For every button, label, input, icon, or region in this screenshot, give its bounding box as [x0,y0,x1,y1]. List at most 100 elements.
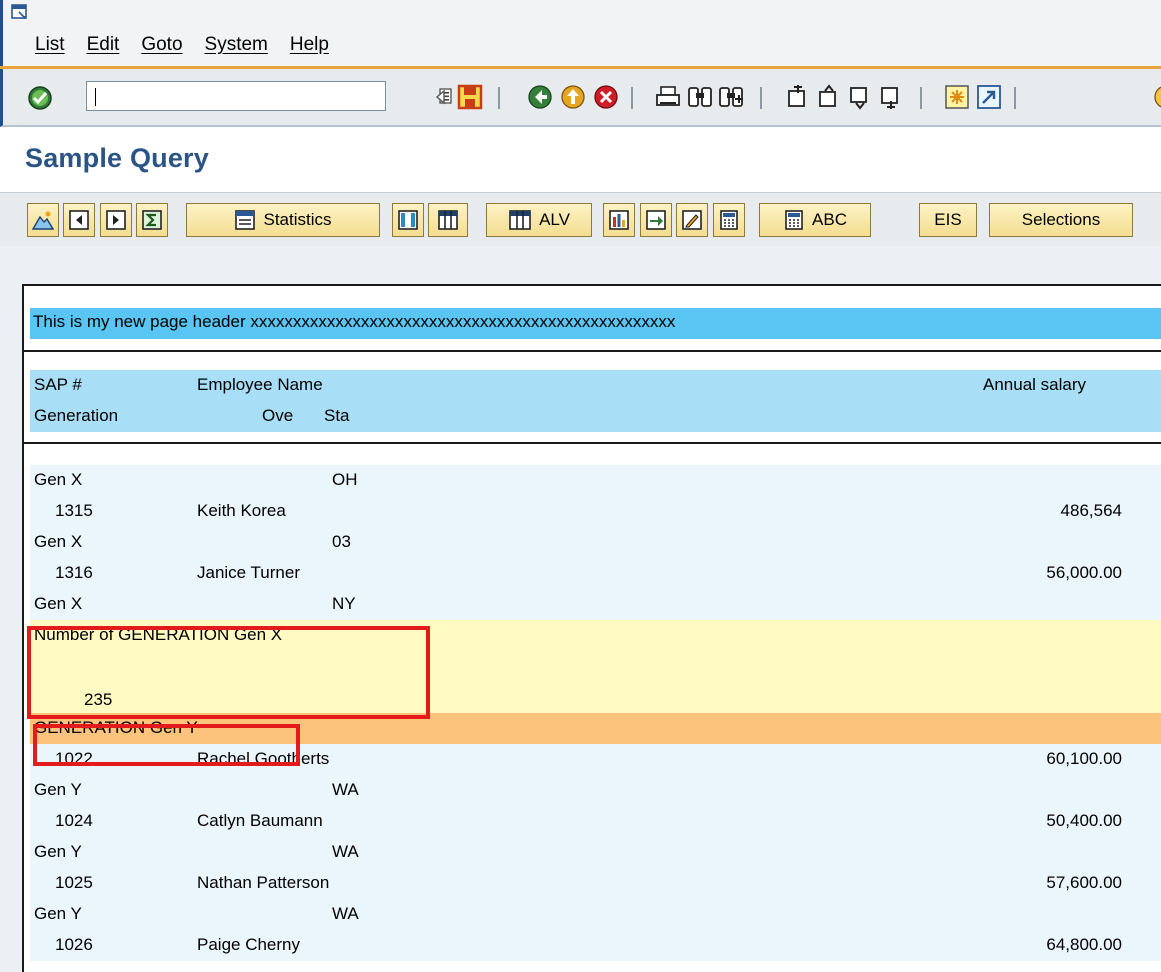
sap-number: 1026 [55,935,93,954]
previous-page-icon[interactable] [815,83,843,111]
table-layout-button[interactable] [428,203,468,237]
find-icon[interactable] [686,83,714,111]
employee-row: 1315 Keith Korea 486,564 [30,496,1161,527]
back-icon[interactable] [526,83,554,111]
save-icon[interactable] [456,83,484,111]
help-icon[interactable] [1152,83,1161,111]
columns-icon [398,210,418,230]
menu-system[interactable]: System [205,34,268,56]
annual-salary: 50,400.00 [1046,811,1122,830]
cancel-icon[interactable] [592,83,620,111]
state-value: WA [332,780,359,799]
sap-number: 1024 [55,811,93,830]
statistics-button[interactable]: Statistics [186,203,380,237]
word-processing-button[interactable] [676,203,708,237]
export-icon [646,210,666,230]
sap-number: 1316 [55,563,93,582]
generation-row: Gen Y WA [30,837,1161,868]
details-button[interactable] [27,203,59,237]
col-annual-salary: Annual salary [983,375,1087,394]
col-ove: Ove [262,406,294,425]
employee-row: 1316 Janice Turner 56,000.00 [30,558,1161,589]
mountain-icon [32,211,54,230]
edit-pencil-icon [682,210,702,230]
sum-button[interactable] [136,203,168,237]
generation-row: Gen X OH [30,465,1161,496]
toolbar-separator [920,87,922,109]
menu-help[interactable]: Help [290,34,329,56]
eis-button[interactable]: EIS [919,203,977,237]
command-field[interactable] [86,81,452,111]
employee-name: Nathan Patterson [197,873,330,892]
last-page-icon[interactable] [877,83,905,111]
menu-goto[interactable]: Goto [141,34,182,56]
menu-bar: List Edit Goto System Help [0,0,1161,66]
generation-value: Gen Y [34,780,82,799]
state-value: WA [332,904,359,923]
sap-number: 1315 [55,501,93,520]
alv-label: ALV [539,210,570,229]
toolbar-separator [760,87,762,109]
generation-value: Gen X [34,532,83,551]
column-header-separator [24,442,1161,444]
next-screen-button[interactable] [100,203,132,237]
page-title: Sample Query [25,143,209,173]
col-generation: Generation [34,406,119,425]
create-session-icon[interactable] [943,83,971,111]
employee-name: Keith Korea [197,501,286,520]
abc-calculator-icon [785,210,803,230]
title-bar: Sample Query [0,127,1161,192]
abc-label: ABC [812,210,847,229]
employee-row: 1026 Paige Cherny 64,800.00 [30,930,1161,961]
previous-screen-button[interactable] [63,203,95,237]
shortcut-icon[interactable] [975,83,1003,111]
menu-edit[interactable]: Edit [87,34,120,56]
next-page-icon[interactable] [846,83,874,111]
generation-row: Gen Y WA [30,899,1161,930]
graphic-button[interactable] [603,203,635,237]
find-next-icon[interactable] [717,83,745,111]
column-header-row-2: Generation Ove Sta [30,401,1161,432]
calculator-icon [720,210,738,230]
command-caret [95,88,96,106]
generation-value: Gen X [34,470,83,489]
table-icon [438,210,458,230]
page-back-icon [69,210,89,230]
menu-list[interactable]: List [35,34,65,56]
statistics-icon [235,210,256,230]
annual-salary: 60,100.00 [1046,749,1122,768]
sigma-icon [142,210,162,230]
annual-salary: 56,000.00 [1046,563,1122,582]
application-toolbar: Statistics ALV ABC EIS Selections [0,192,1161,246]
print-icon[interactable] [654,83,682,111]
highlight-group-box [33,724,300,766]
standard-toolbar [0,69,1161,127]
selections-button[interactable]: Selections [989,203,1133,237]
alv-button[interactable]: ALV [486,203,592,237]
enter-check-icon[interactable] [27,85,53,111]
page-header: This is my new page header xxxxxxxxxxxxx… [30,308,1161,339]
spreadsheet-button[interactable] [713,203,745,237]
abc-button[interactable]: ABC [759,203,871,237]
employee-row: 1024 Catlyn Baumann 50,400.00 [30,806,1161,837]
first-page-icon[interactable] [784,83,812,111]
generation-row: Gen Y WA [30,775,1161,806]
bar-chart-icon [609,210,629,230]
employee-row: 1025 Nathan Patterson 57,600.00 [30,868,1161,899]
generation-row: Gen X 03 [30,527,1161,558]
alv-grid-icon [509,210,531,230]
generation-value: Gen Y [34,904,82,923]
export-button[interactable] [640,203,672,237]
state-value: NY [332,594,356,613]
employee-name: Paige Cherny [197,935,301,954]
collapse-arrow-icon[interactable] [427,83,455,111]
exit-icon[interactable] [559,83,587,111]
content-area: This is my new page header xxxxxxxxxxxxx… [0,246,1161,972]
employee-name: Catlyn Baumann [197,811,323,830]
toolbar-separator [1014,87,1016,109]
menu-icon[interactable] [11,4,29,20]
annual-salary: 486,564 [1060,501,1122,520]
selections-label: Selections [1021,210,1101,229]
sap-number: 1025 [55,873,93,892]
column-layout-button[interactable] [392,203,424,237]
